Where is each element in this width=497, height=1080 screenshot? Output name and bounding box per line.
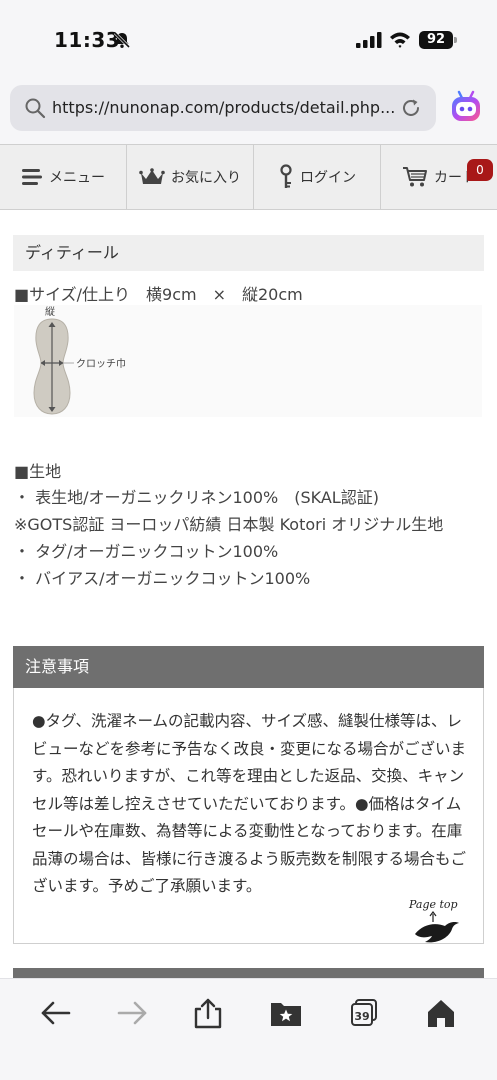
notice-text: ●タグ、洗濯ネームの記載内容、サイズ感、縫製仕様等は、レビューなどを参考に予告な… bbox=[32, 712, 467, 895]
cart-icon bbox=[403, 167, 427, 187]
nav-favorites-label: お気に入り bbox=[171, 170, 241, 186]
search-icon bbox=[25, 98, 46, 119]
diagram-crotch-label: クロッチ巾 bbox=[76, 357, 126, 370]
nav-login-label: ログイン bbox=[300, 170, 356, 186]
reload-icon[interactable] bbox=[400, 97, 422, 119]
back-arrow-icon[interactable] bbox=[38, 997, 74, 1029]
fabric-title: ■生地 bbox=[14, 462, 62, 481]
forward-arrow-icon[interactable] bbox=[114, 997, 150, 1029]
fabric-line: ・ タグ/オーガニックコットン100% bbox=[14, 542, 279, 561]
nav-favorites[interactable]: お気に入り bbox=[127, 145, 254, 209]
detail-heading: ディティール bbox=[13, 235, 484, 271]
share-icon[interactable] bbox=[190, 997, 226, 1029]
nav-cart[interactable]: カート 0 bbox=[381, 145, 497, 209]
size-spec: ■サイズ/仕上り 横9cm × 縦20cm bbox=[14, 285, 303, 304]
tabs-count: 39 bbox=[354, 1010, 369, 1023]
hamburger-icon bbox=[22, 169, 42, 185]
status-bar: 11:33 92 bbox=[0, 0, 497, 80]
browser-address-area: https://nunonap.com/products/detail.php.… bbox=[0, 80, 497, 144]
address-bar[interactable]: https://nunonap.com/products/detail.php.… bbox=[10, 85, 436, 131]
url-text: https://nunonap.com/products/detail.php.… bbox=[52, 98, 396, 117]
browser-extension-icon[interactable] bbox=[447, 88, 485, 126]
fabric-line: ・ 表生地/オーガニックリネン100% (SKAL認証) bbox=[14, 488, 379, 507]
fabric-line: ・ バイアス/オーガニックコットン100% bbox=[14, 569, 311, 588]
next-section-header bbox=[13, 968, 484, 978]
battery-tip bbox=[454, 37, 457, 43]
home-icon[interactable] bbox=[423, 997, 459, 1029]
page-top-button[interactable]: Page top bbox=[405, 888, 467, 950]
bird-icon bbox=[415, 922, 459, 943]
cellular-signal-icon bbox=[356, 32, 382, 48]
size-diagram: 縦 クロッチ巾 bbox=[14, 305, 482, 417]
bell-off-icon bbox=[113, 31, 131, 49]
wifi-icon bbox=[390, 32, 410, 48]
notice-heading: 注意事項 bbox=[13, 646, 484, 688]
status-time: 11:33 bbox=[54, 28, 121, 52]
site-nav-bar: メニュー お気に入り ログイン カート 0 bbox=[0, 144, 497, 210]
liner-shape-illustration: 縦 クロッチ巾 bbox=[33, 305, 126, 415]
nav-menu[interactable]: メニュー bbox=[0, 145, 127, 209]
tabs-icon[interactable]: 39 bbox=[346, 997, 382, 1029]
page-top-label: Page top bbox=[408, 898, 458, 911]
browser-toolbar: 39 bbox=[0, 978, 497, 1080]
bookmarks-folder-icon[interactable] bbox=[268, 997, 304, 1029]
cart-count-badge: 0 bbox=[467, 159, 493, 181]
nav-login[interactable]: ログイン bbox=[254, 145, 381, 209]
crown-icon bbox=[139, 168, 165, 184]
fabric-line: ※GOTS認証 ヨーロッパ紡績 日本製 Kotori オリジナル生地 bbox=[14, 515, 444, 534]
battery-indicator: 92 bbox=[419, 31, 453, 49]
nav-menu-label: メニュー bbox=[49, 170, 105, 186]
fabric-list: ・ 表生地/オーガニックリネン100% (SKAL認証) ※GOTS認証 ヨーロ… bbox=[14, 484, 443, 592]
diagram-vertical-label: 縦 bbox=[45, 305, 55, 318]
key-icon bbox=[280, 164, 292, 188]
